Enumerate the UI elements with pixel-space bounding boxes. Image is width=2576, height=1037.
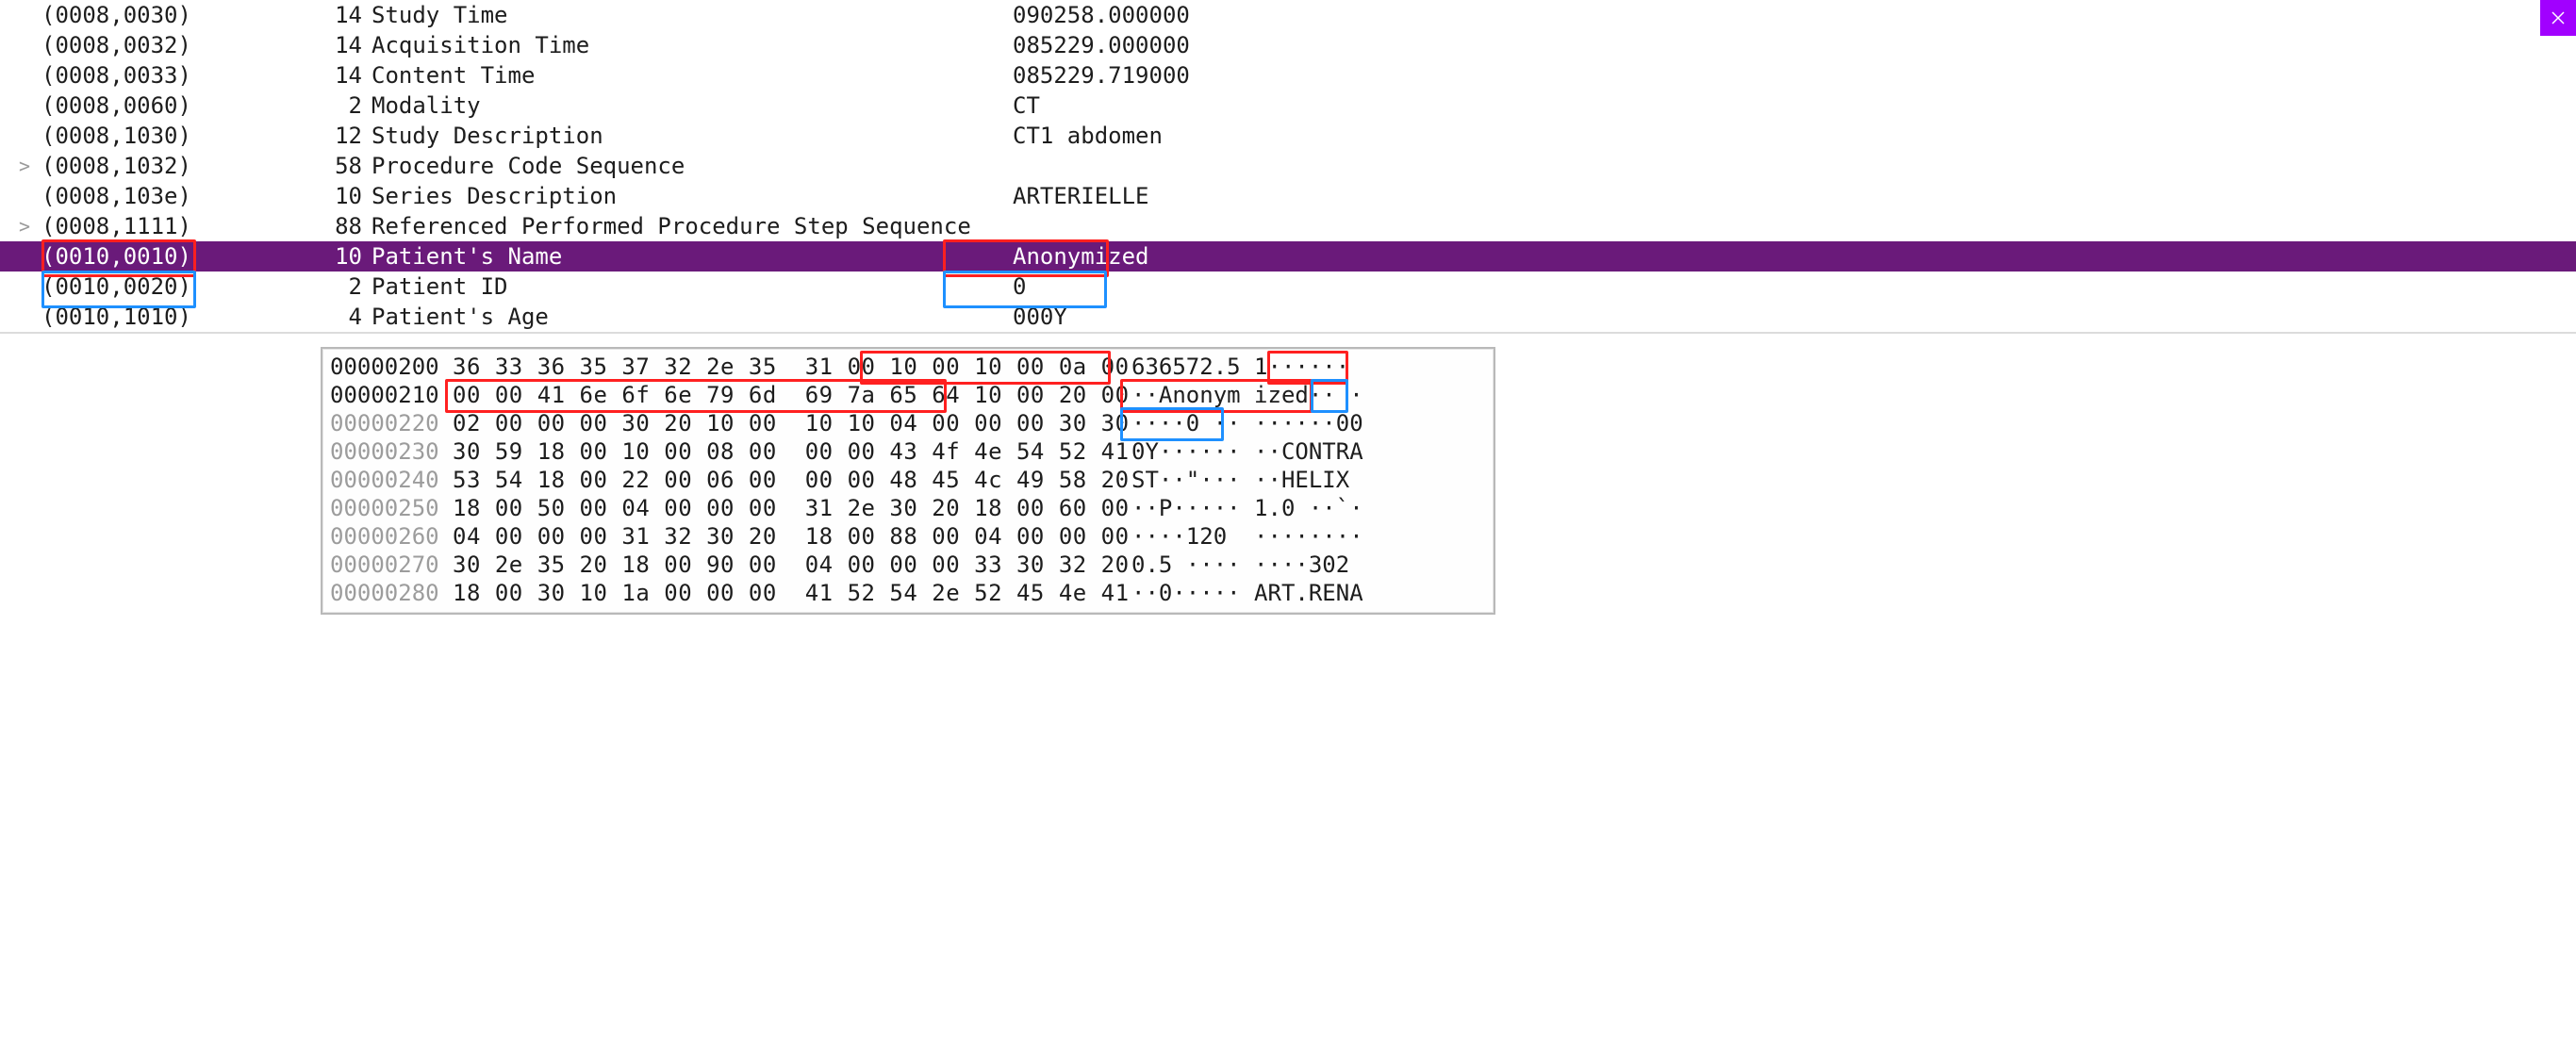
- dicom-row[interactable]: (0008,0032)14Acquisition Time085229.0000…: [0, 30, 2576, 60]
- dicom-row[interactable]: (0008,103e)10Series DescriptionARTERIELL…: [0, 181, 2576, 211]
- tag-value: CT1 abdomen: [1013, 123, 1163, 149]
- tag-code: (0010,0010): [41, 243, 296, 270]
- tag-description: Patient ID: [372, 273, 1013, 300]
- hex-ascii: ··0····· ART.RENA: [1131, 579, 1433, 607]
- hex-bytes: 30 2e 35 20 18 00 90 00 04 00 00 00 33 3…: [453, 551, 1131, 579]
- tag-description: Patient's Age: [372, 304, 1013, 330]
- hex-ascii: 636572.5 1······: [1131, 353, 1433, 381]
- tag-length: 14: [296, 62, 372, 89]
- tag-value: ARTERIELLE: [1013, 183, 1149, 209]
- dicom-row[interactable]: >(0008,1111)88Referenced Performed Proce…: [0, 211, 2576, 241]
- hex-ascii: ····120 ········: [1131, 522, 1433, 551]
- hex-ascii: 0.5 ···· ····302: [1131, 551, 1433, 579]
- hex-bytes: 00 00 41 6e 6f 6e 79 6d 69 7a 65 64 10 0…: [453, 381, 1131, 409]
- tag-description: Series Description: [372, 183, 1013, 209]
- hex-bytes: 53 54 18 00 22 00 06 00 00 00 48 45 4c 4…: [453, 466, 1131, 494]
- tag-code: (0010,0020): [41, 273, 296, 300]
- tag-length: 14: [296, 32, 372, 58]
- dicom-row[interactable]: (0008,0060)2ModalityCT: [0, 91, 2576, 121]
- tag-description: Procedure Code Sequence: [372, 153, 1013, 179]
- hex-offset: 00000220: [330, 409, 453, 437]
- hex-bytes: 04 00 00 00 31 32 30 20 18 00 88 00 04 0…: [453, 522, 1131, 551]
- tag-code: (0008,0030): [41, 2, 296, 28]
- hex-offset: 00000270: [330, 551, 453, 579]
- hex-ascii: ST··"··· ··HELIX: [1131, 466, 1433, 494]
- hex-bytes: 36 33 36 35 37 32 2e 35 31 00 10 00 10 0…: [453, 353, 1131, 381]
- expand-chevron-icon[interactable]: >: [19, 155, 41, 177]
- hex-offset: 00000200: [330, 353, 453, 381]
- tag-length: 2: [296, 92, 372, 119]
- tag-code: (0008,0033): [41, 62, 296, 89]
- expand-chevron-icon[interactable]: >: [19, 215, 41, 238]
- hex-row[interactable]: 0000020036 33 36 35 37 32 2e 35 31 00 10…: [330, 353, 1486, 381]
- dicom-row[interactable]: >(0008,1032)58Procedure Code Sequence: [0, 151, 2576, 181]
- dicom-tag-list[interactable]: (0008,0030)14Study Time090258.000000(000…: [0, 0, 2576, 334]
- hex-offset: 00000240: [330, 466, 453, 494]
- tag-description: Modality: [372, 92, 1013, 119]
- tag-value: 085229.719000: [1013, 62, 1190, 89]
- hex-row[interactable]: 0000025018 00 50 00 04 00 00 00 31 2e 30…: [330, 494, 1486, 522]
- hex-offset: 00000260: [330, 522, 453, 551]
- dicom-row[interactable]: (0010,1010)4Patient's Age000Y: [0, 302, 2576, 332]
- hex-row[interactable]: 0000022002 00 00 00 30 20 10 00 10 10 04…: [330, 409, 1486, 437]
- dicom-row[interactable]: (0010,0010)10Patient's NameAnonymized: [0, 241, 2576, 272]
- dicom-row[interactable]: (0008,1030)12Study DescriptionCT1 abdome…: [0, 121, 2576, 151]
- hex-row[interactable]: 0000024053 54 18 00 22 00 06 00 00 00 48…: [330, 466, 1486, 494]
- dicom-row[interactable]: (0008,0033)14Content Time085229.719000: [0, 60, 2576, 91]
- hex-ascii: ····0 ·· ······00: [1131, 409, 1433, 437]
- hex-row[interactable]: 0000026004 00 00 00 31 32 30 20 18 00 88…: [330, 522, 1486, 551]
- tag-length: 88: [296, 213, 372, 239]
- tag-value: Anonymized: [1013, 243, 1149, 270]
- hex-bytes: 02 00 00 00 30 20 10 00 10 10 04 00 00 0…: [453, 409, 1131, 437]
- tag-code: (0008,0032): [41, 32, 296, 58]
- hex-bytes: 18 00 50 00 04 00 00 00 31 2e 30 20 18 0…: [453, 494, 1131, 522]
- tag-code: (0008,1032): [41, 153, 296, 179]
- tag-code: (0008,103e): [41, 183, 296, 209]
- tag-value: 085229.000000: [1013, 32, 1190, 58]
- tag-description: Patient's Name: [372, 243, 1013, 270]
- tag-code: (0008,1030): [41, 123, 296, 149]
- hex-row[interactable]: 0000027030 2e 35 20 18 00 90 00 04 00 00…: [330, 551, 1486, 579]
- hex-bytes: 18 00 30 10 1a 00 00 00 41 52 54 2e 52 4…: [453, 579, 1131, 607]
- tag-description: Acquisition Time: [372, 32, 1013, 58]
- tag-length: 12: [296, 123, 372, 149]
- tag-description: Study Time: [372, 2, 1013, 28]
- hex-viewer[interactable]: 0000020036 33 36 35 37 32 2e 35 31 00 10…: [321, 347, 1495, 615]
- tag-value: 000Y: [1013, 304, 1067, 330]
- hex-row[interactable]: 0000021000 00 41 6e 6f 6e 79 6d 69 7a 65…: [330, 381, 1486, 409]
- hex-offset: 00000250: [330, 494, 453, 522]
- dicom-row[interactable]: (0008,0030)14Study Time090258.000000: [0, 0, 2576, 30]
- tag-code: (0010,1010): [41, 304, 296, 330]
- hex-row[interactable]: 0000023030 59 18 00 10 00 08 00 00 00 43…: [330, 437, 1486, 466]
- tag-code: (0008,0060): [41, 92, 296, 119]
- tag-length: 4: [296, 304, 372, 330]
- dicom-row[interactable]: (0010,0020)2Patient ID0: [0, 272, 2576, 302]
- tag-value: 0: [1013, 273, 1026, 300]
- hex-ascii: ··P····· 1.0 ··`·: [1131, 494, 1433, 522]
- hex-offset: 00000210: [330, 381, 453, 409]
- tag-length: 14: [296, 2, 372, 28]
- tag-description: Referenced Performed Procedure Step Sequ…: [372, 213, 1013, 239]
- tag-code: (0008,1111): [41, 213, 296, 239]
- hex-offset: 00000280: [330, 579, 453, 607]
- tag-length: 10: [296, 243, 372, 270]
- tag-description: Study Description: [372, 123, 1013, 149]
- tag-description: Content Time: [372, 62, 1013, 89]
- hex-row[interactable]: 0000028018 00 30 10 1a 00 00 00 41 52 54…: [330, 579, 1486, 607]
- hex-offset: 00000230: [330, 437, 453, 466]
- hex-ascii: ··Anonym ized·· ·: [1131, 381, 1433, 409]
- tag-value: 090258.000000: [1013, 2, 1190, 28]
- hex-bytes: 30 59 18 00 10 00 08 00 00 00 43 4f 4e 5…: [453, 437, 1131, 466]
- tag-length: 58: [296, 153, 372, 179]
- tag-length: 10: [296, 183, 372, 209]
- hex-ascii: 0Y······ ··CONTRA: [1131, 437, 1433, 466]
- tag-length: 2: [296, 273, 372, 300]
- tag-value: CT: [1013, 92, 1040, 119]
